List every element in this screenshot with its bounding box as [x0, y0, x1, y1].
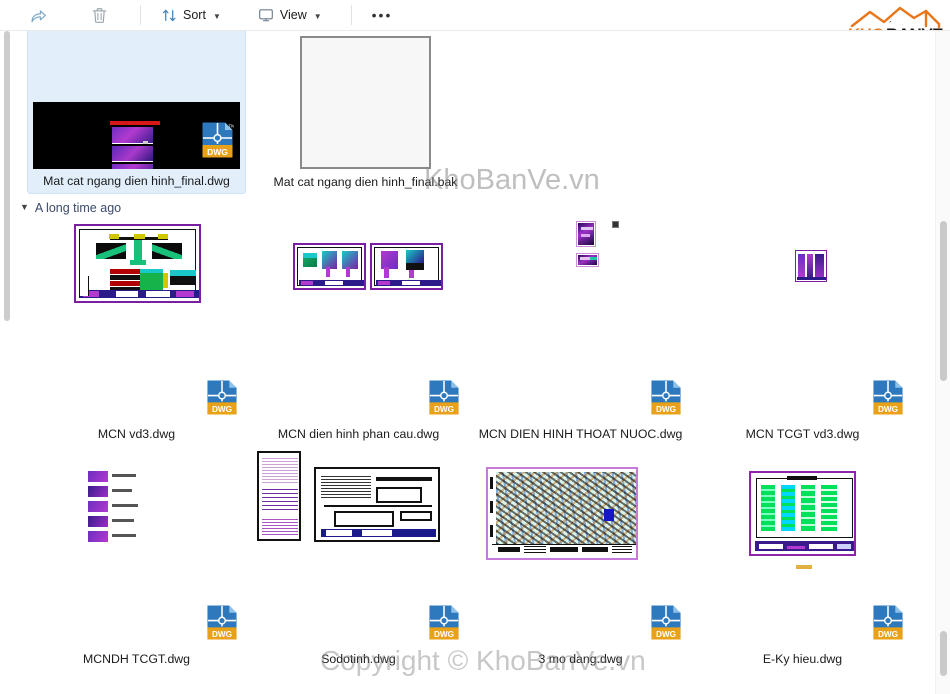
dwg-file-icon: DWG TM — [650, 604, 683, 646]
thumbnail-preview-cad — [749, 471, 856, 556]
thumbnail-preview-cad — [314, 467, 440, 542]
dwg-file-icon: DWG TM — [428, 604, 461, 646]
group-header-label: A long time ago — [34, 201, 122, 215]
sort-label: Sort — [183, 8, 206, 22]
group-header[interactable]: ▼ A long time ago — [20, 201, 121, 215]
sort-icon — [161, 7, 178, 24]
svg-text:TM: TM — [899, 381, 904, 386]
svg-text:TM: TM — [899, 606, 904, 611]
file-label: E-Ky hieu.dwg — [762, 652, 843, 666]
svg-text:DWG: DWG — [434, 405, 454, 414]
file-grid: DWG TM Mat cat ngang dien hinh_final.dwg… — [14, 31, 935, 694]
file-label: MCN DIEN HINH THOAT NUOC.dwg — [478, 427, 683, 441]
thumbnail-preview-cad — [576, 253, 599, 267]
svg-text:TM: TM — [233, 606, 238, 611]
svg-text:DWG: DWG — [656, 405, 676, 414]
thumbnail-preview-cad — [795, 250, 827, 282]
thumbnail-preview-blank — [300, 36, 431, 169]
view-icon — [257, 6, 275, 24]
file-thumbnail: DWG TM — [33, 97, 240, 169]
share-icon — [29, 6, 48, 25]
file-label: Sodotinh.dwg — [321, 652, 396, 666]
view-label: View — [279, 8, 307, 22]
vertical-scrollbar-thumb[interactable] — [940, 221, 947, 381]
view-button[interactable]: View ▼ — [250, 2, 329, 28]
file-item[interactable]: DWG TM Mat cat ngang dien hinh_final.dwg — [27, 31, 246, 194]
svg-text:DWG: DWG — [656, 630, 676, 639]
dwg-file-icon: DWG TM — [872, 604, 905, 646]
dwg-file-icon: DWG TM — [201, 121, 235, 164]
file-label: MCN dien hinh phan cau.dwg — [277, 427, 440, 441]
svg-text:DWG: DWG — [878, 405, 898, 414]
dwg-file-icon: DWG TM — [872, 379, 905, 421]
chevron-down-icon: ▼ — [20, 202, 29, 212]
svg-text:´: ´ — [889, 20, 892, 30]
vertical-scrollbar-thumb-secondary[interactable] — [940, 631, 947, 676]
left-scrollbar-thumb[interactable] — [4, 31, 10, 321]
left-scrollbar[interactable] — [0, 31, 14, 694]
chevron-down-icon: ▼ — [313, 11, 322, 21]
svg-text:TM: TM — [455, 381, 460, 386]
thumbnail-preview-cad — [370, 243, 443, 290]
delete-button[interactable] — [83, 2, 116, 28]
file-item[interactable]: Mat cat ngang dien hinh_final.bak — [256, 31, 475, 194]
vertical-scrollbar[interactable] — [935, 31, 950, 694]
svg-text:DWG: DWG — [212, 405, 232, 414]
sort-button[interactable]: Sort ▼ — [154, 2, 228, 28]
dwg-file-icon: DWG TM — [428, 379, 461, 421]
share-button[interactable] — [22, 2, 55, 28]
thumbnail-preview-black: DWG TM — [33, 102, 240, 169]
file-label: MCNDH TCGT.dwg — [82, 652, 191, 666]
thumbnail-preview-cad — [74, 224, 201, 303]
thumbnail-preview-cad — [486, 467, 638, 560]
svg-text:TM: TM — [677, 606, 682, 611]
thumbnail-preview-cad — [576, 221, 596, 247]
svg-text:DWG: DWG — [878, 630, 898, 639]
thumbnail-preview-cad — [293, 243, 366, 290]
file-explorer-window: Sort ▼ View ▼ ••• KHO — [0, 0, 950, 694]
svg-text:TM: TM — [229, 124, 235, 129]
toolbar: Sort ▼ View ▼ ••• — [0, 0, 950, 30]
svg-text:DWG: DWG — [434, 630, 454, 639]
ellipsis-icon: ••• — [371, 7, 393, 23]
toolbar-separator-2 — [350, 5, 352, 25]
thumbnail-preview-cad — [257, 451, 301, 541]
svg-text:TM: TM — [233, 381, 238, 386]
dwg-file-icon: DWG TM — [650, 379, 683, 421]
file-label: 3 mo dang.dwg — [538, 652, 623, 666]
dwg-file-icon: DWG TM — [206, 379, 239, 421]
thumbnail-preview-accent — [796, 565, 812, 569]
file-thumbnail — [300, 31, 431, 169]
file-label: MCN TCGT vd3.dwg — [745, 427, 860, 441]
svg-text:DWG: DWG — [212, 630, 232, 639]
dwg-file-icon: DWG TM — [206, 604, 239, 646]
chevron-down-icon: ▼ — [212, 11, 221, 21]
svg-text:TM: TM — [455, 606, 460, 611]
svg-text:DWG: DWG — [207, 147, 228, 157]
thumbnail-preview-cad — [612, 221, 619, 228]
svg-text:TM: TM — [677, 381, 682, 386]
trash-icon — [90, 6, 109, 25]
more-button[interactable]: ••• — [365, 2, 400, 28]
toolbar-separator-1 — [140, 5, 141, 25]
thumbnail-preview-cad — [86, 471, 162, 543]
file-label: Mat cat ngang dien hinh_final.bak — [273, 175, 458, 189]
file-label: Mat cat ngang dien hinh_final.dwg — [43, 174, 230, 188]
file-label: MCN vd3.dwg — [97, 427, 176, 441]
